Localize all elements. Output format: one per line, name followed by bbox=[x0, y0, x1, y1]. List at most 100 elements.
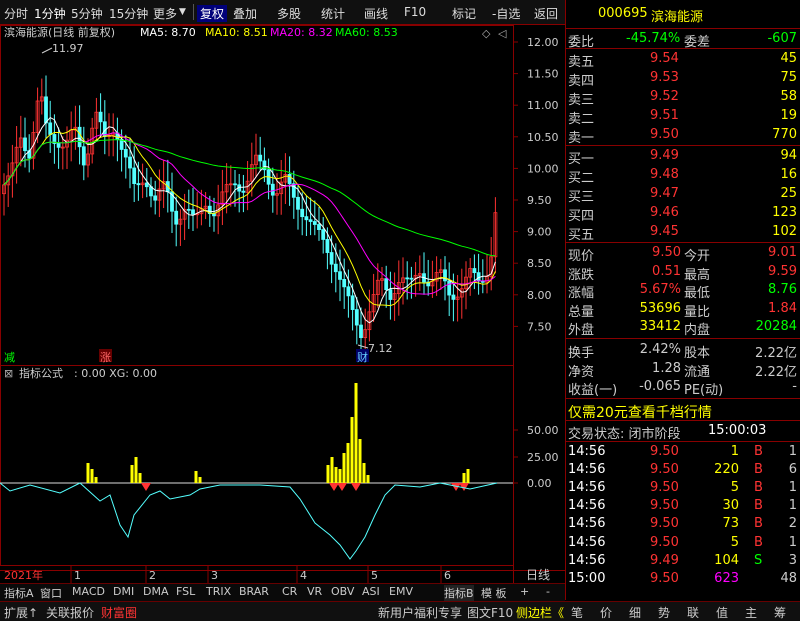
tab-15min[interactable]: 15分钟 bbox=[109, 5, 148, 22]
tab-1min[interactable]: 1分钟 bbox=[34, 5, 66, 22]
period-label[interactable]: 日线 bbox=[526, 568, 550, 582]
chart-area[interactable]: 12.00 11.50 11.00 10.50 10.00 9.50 9.00 8.50 8.0… bbox=[0, 25, 565, 585]
ask-label: 卖五 bbox=[568, 55, 595, 70]
sidebar-toggle[interactable]: 侧边栏《 bbox=[516, 604, 564, 621]
indicator-bar bbox=[94, 477, 98, 483]
ask-volume: 45 bbox=[780, 51, 797, 66]
indicator-title[interactable]: 指标公式 bbox=[19, 366, 63, 380]
indicator-tab[interactable]: OBV bbox=[331, 585, 354, 598]
indicator-tab[interactable]: ASI bbox=[362, 585, 380, 598]
indicator-bar bbox=[326, 465, 330, 483]
fundamental-value: -0.065 bbox=[639, 379, 681, 395]
tick-count: 3 bbox=[788, 552, 797, 568]
indicator-tab[interactable]: 指标B bbox=[444, 585, 474, 601]
indicator-tab[interactable]: BRAR bbox=[239, 585, 269, 598]
stock-name: 滨海能源 bbox=[651, 10, 704, 25]
tab-zhi[interactable]: 值 bbox=[716, 604, 728, 621]
promo-link[interactable]: 仅需20元查看千档行情 bbox=[568, 402, 712, 422]
bid-label: 买四 bbox=[568, 209, 595, 224]
indicator-tab[interactable]: DMA bbox=[143, 585, 169, 598]
candle-body bbox=[300, 208, 305, 218]
candle-body bbox=[447, 280, 452, 296]
kline-chart[interactable]: 12.0011.5011.0010.5010.009.509.008.508.0… bbox=[0, 25, 565, 585]
indicator-bar bbox=[138, 473, 142, 483]
indicator-bar bbox=[86, 463, 90, 483]
f10-text-button[interactable]: 图文F10 bbox=[467, 604, 513, 621]
tab-fenshi[interactable]: 分时 bbox=[4, 5, 28, 22]
ask-volume: 770 bbox=[772, 127, 797, 142]
tab-shi[interactable]: 势 bbox=[658, 604, 670, 621]
indicator-tab[interactable]: DMI bbox=[113, 585, 134, 598]
tick-time: 14:56 bbox=[568, 480, 606, 496]
diamond-icon[interactable]: ◇ bbox=[482, 27, 491, 40]
expand-button[interactable]: 扩展↑ bbox=[4, 604, 38, 621]
indicator-tab[interactable]: FSL bbox=[176, 585, 195, 598]
indicator-bar bbox=[362, 463, 366, 483]
wealth-circle-button[interactable]: 财富圈 bbox=[101, 604, 137, 621]
flag-jian: 减 bbox=[4, 351, 15, 364]
indicator-tab[interactable]: + bbox=[520, 585, 529, 598]
candle-body bbox=[123, 149, 128, 158]
indicator-tab[interactable]: MACD bbox=[72, 585, 105, 598]
tab-xi[interactable]: 细 bbox=[629, 604, 641, 621]
signal-marker bbox=[141, 483, 151, 491]
stat-value: 8.76 bbox=[768, 282, 797, 298]
tab-lian[interactable]: 联 bbox=[687, 604, 699, 621]
tab-jia[interactable]: 价 bbox=[600, 604, 612, 621]
tab-zhu[interactable]: 主 bbox=[745, 604, 757, 621]
mark-button[interactable]: 标记 bbox=[452, 5, 476, 22]
collapse-icon[interactable]: ◁ bbox=[498, 27, 507, 40]
draw-line-button[interactable]: 画线 bbox=[364, 5, 388, 22]
ask-price: 9.52 bbox=[650, 89, 679, 104]
multi-stock-button[interactable]: 多股 bbox=[277, 5, 301, 22]
stats-button[interactable]: 统计 bbox=[321, 5, 345, 22]
tick-price: 9.50 bbox=[650, 570, 679, 586]
indicator-tab[interactable]: VR bbox=[307, 585, 322, 598]
price-tick: 9.00 bbox=[527, 226, 552, 239]
indicator-tab[interactable]: 指标A bbox=[4, 585, 34, 601]
indicator-tab[interactable]: 模 板 bbox=[481, 585, 507, 601]
more-dropdown-icon[interactable]: ▼ bbox=[179, 7, 186, 17]
indicator-close-icon[interactable]: ⊠ bbox=[4, 367, 13, 380]
candle-body bbox=[312, 221, 317, 225]
indicator-tab[interactable]: 窗口 bbox=[40, 585, 62, 601]
indicator-bar bbox=[134, 457, 138, 483]
stat-label: 今开 bbox=[684, 249, 711, 264]
stat-value: 0.51 bbox=[652, 263, 681, 279]
related-quote-button[interactable]: 关联报价 bbox=[46, 604, 94, 621]
add-watchlist-button[interactable]: -自选 bbox=[492, 5, 520, 22]
price-tick: 12.00 bbox=[527, 36, 559, 49]
candle-body bbox=[346, 286, 351, 297]
indicator-tab[interactable]: - bbox=[546, 585, 550, 598]
signal-marker bbox=[337, 483, 347, 491]
candle-body bbox=[191, 209, 195, 215]
tab-5min[interactable]: 5分钟 bbox=[71, 5, 103, 22]
indicator-bar bbox=[350, 417, 354, 483]
candle-body bbox=[23, 137, 27, 152]
bid-volume: 102 bbox=[772, 224, 797, 239]
indicator-tab[interactable]: CR bbox=[282, 585, 297, 598]
back-button[interactable]: 返回 bbox=[534, 5, 558, 22]
ask-label: 卖三 bbox=[568, 93, 595, 108]
indicator-tab[interactable]: TRIX bbox=[206, 585, 231, 598]
moving-averages bbox=[3, 116, 496, 324]
chart-title: 滨海能源(日线 前复权) bbox=[4, 25, 115, 39]
fuquan-button[interactable]: 复权 bbox=[197, 5, 228, 22]
overlay-button[interactable]: 叠加 bbox=[233, 5, 257, 22]
indicator-bar bbox=[90, 469, 94, 483]
tab-bi[interactable]: 笔 bbox=[571, 604, 583, 621]
tick-price: 9.49 bbox=[650, 552, 679, 568]
new-user-promo[interactable]: 新用户福利专享 bbox=[378, 604, 462, 621]
indicator-plot bbox=[0, 383, 513, 560]
indicator-bar bbox=[198, 477, 202, 483]
fundamental-value: 1.28 bbox=[652, 360, 681, 376]
indicator-tab[interactable]: EMV bbox=[389, 585, 413, 598]
stat-label: 最高 bbox=[684, 267, 711, 283]
trade-status: 交易状态: 闭市阶段 bbox=[568, 427, 681, 442]
tab-chou[interactable]: 筹 bbox=[774, 604, 786, 621]
signal-marker bbox=[351, 483, 361, 491]
tick-direction: B bbox=[754, 480, 763, 496]
f10-button[interactable]: F10 bbox=[404, 5, 426, 19]
tab-more[interactable]: 更多 bbox=[153, 5, 177, 22]
candle-body bbox=[119, 138, 124, 150]
